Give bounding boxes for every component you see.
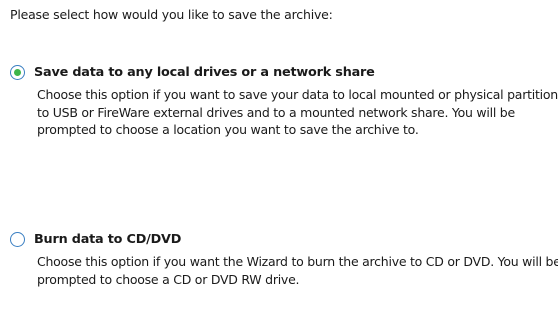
option-burn-cd-dvd: Burn data to CD/DVD Choose this option i… — [10, 232, 558, 288]
radio-unselected-icon[interactable] — [10, 232, 25, 247]
save-method-prompt: Please select how would you like to save… — [10, 7, 333, 22]
option-description: Choose this option if you want to save y… — [37, 87, 558, 137]
radio-selected-icon[interactable] — [10, 65, 25, 80]
radio-save-local-network[interactable]: Save data to any local drives or a netwo… — [10, 65, 556, 80]
option-label[interactable]: Save data to any local drives or a netwo… — [34, 65, 375, 80]
option-description: Choose this option if you want the Wizar… — [37, 254, 558, 287]
radio-burn-cd-dvd[interactable]: Burn data to CD/DVD — [10, 232, 556, 247]
option-save-local-network: Save data to any local drives or a netwo… — [10, 65, 558, 139]
option-label[interactable]: Burn data to CD/DVD — [34, 232, 181, 247]
